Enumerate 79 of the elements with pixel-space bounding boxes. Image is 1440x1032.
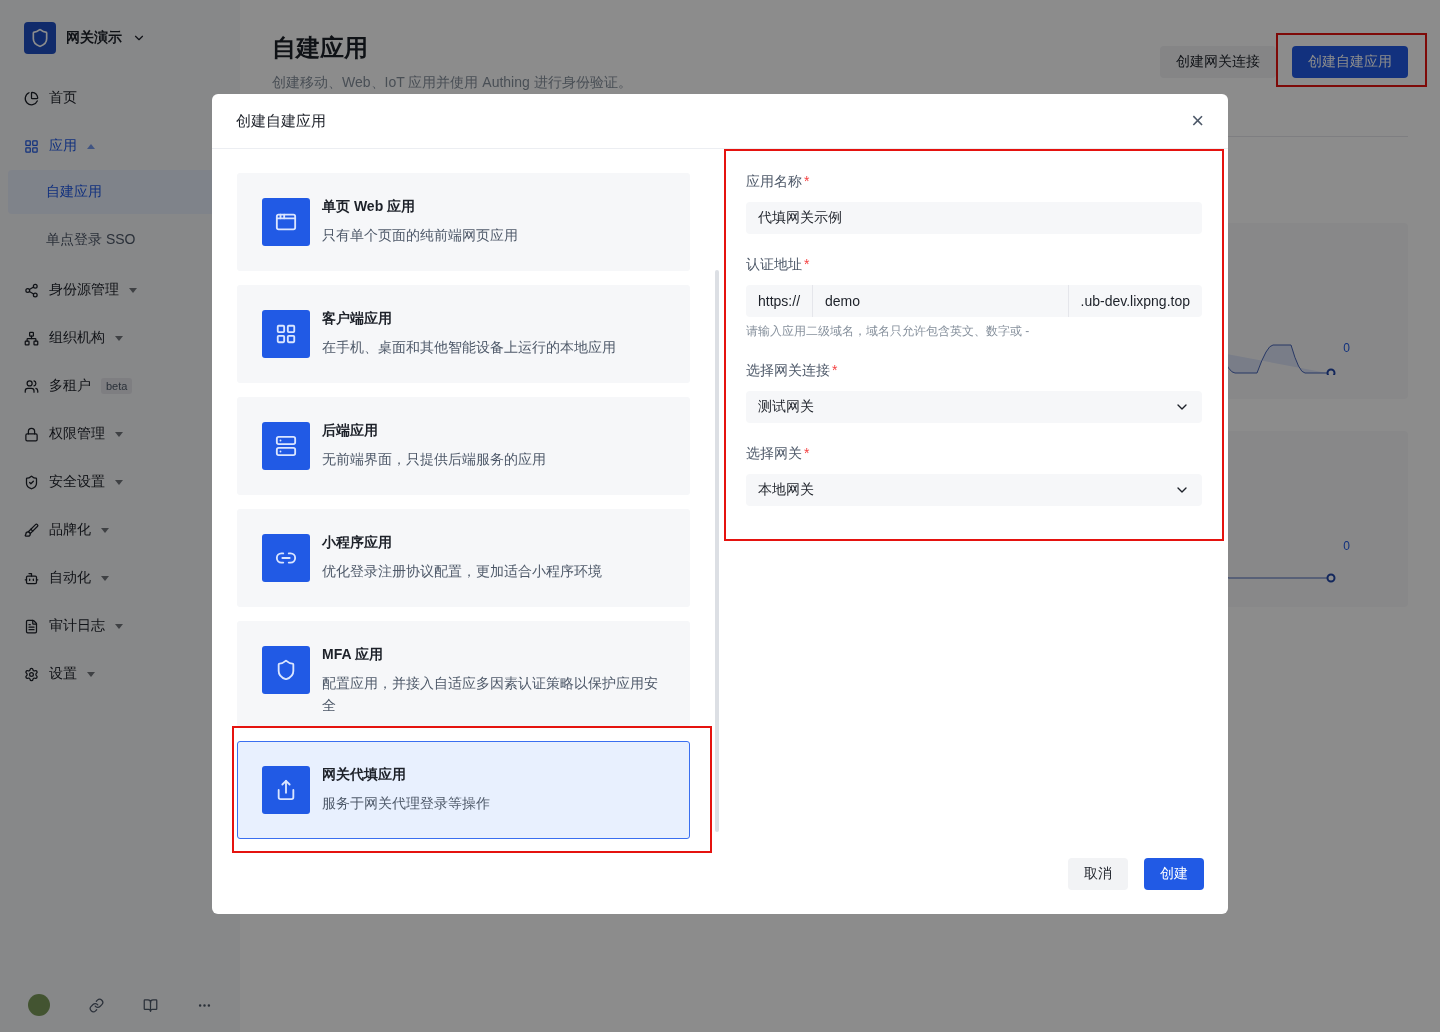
nav-icon [24, 570, 39, 586]
nav-item[interactable]: 设置 [8, 650, 232, 698]
app-type-title: 小程序应用 [322, 534, 393, 552]
app-type-title: 单页 Web 应用 [322, 198, 417, 216]
nav-item[interactable]: 品牌化 [8, 506, 232, 554]
field-label: 应用名称 [746, 173, 802, 191]
field-hint: 请输入应用二级域名，域名只允许包含英文、数字或 - [746, 323, 1031, 340]
chart-end-label: 0 [1343, 341, 1350, 355]
field-label: 选择网关连接 [746, 362, 830, 380]
dialog-button[interactable]: 创建 [1144, 858, 1204, 890]
avatar[interactable] [27, 994, 50, 1016]
app-type-icon [262, 198, 310, 246]
url-suffix: .ub-dev.lixpng.top [1067, 285, 1202, 317]
nav-icon [24, 138, 39, 154]
app-type-description: 配置应用，并接入自适应多因素认证策略以保护应用安全 [322, 674, 659, 715]
app-type-title: MFA 应用 [322, 646, 384, 664]
app-type-card[interactable]: 后端应用 无前端界面，只提供后端服务的应用 [237, 397, 690, 495]
dialog-title: 创建自建应用 [236, 111, 326, 131]
app-type-card[interactable]: 网关代填应用 服务于网关代理登录等操作 [237, 741, 690, 839]
nav-item[interactable]: 权限管理 [8, 410, 232, 458]
header-button[interactable]: 创建自建应用 [1292, 46, 1408, 78]
nav-item[interactable]: 审计日志 [8, 602, 232, 650]
app-type-description: 优化登录注册协议配置，更加适合小程序环境 [322, 562, 602, 581]
url-field[interactable]: https:// demo .ub-dev.lixpng.top [746, 285, 1202, 317]
app-type-card[interactable]: 小程序应用 优化登录注册协议配置，更加适合小程序环境 [237, 509, 690, 607]
nav-icon [24, 426, 39, 442]
nav-icon [24, 522, 39, 538]
nav-item[interactable]: 自动化 [8, 554, 232, 602]
app-type-icon [262, 422, 310, 470]
nav-item[interactable]: 多租户 beta [8, 362, 232, 410]
select-field[interactable]: 本地网关 [746, 474, 1202, 506]
app-type-title: 后端应用 [322, 422, 379, 440]
page-title: 自建应用 [272, 33, 369, 63]
app-type-title: 客户端应用 [322, 310, 393, 328]
nav-icon [24, 618, 39, 634]
app-type-title: 网关代填应用 [322, 766, 407, 784]
nav-item[interactable]: 安全设置 [8, 458, 232, 506]
dialog-button[interactable]: 取消 [1068, 858, 1128, 890]
required-mark: * [804, 173, 810, 191]
beta-badge: beta [101, 378, 133, 394]
org-logo-icon [24, 22, 56, 54]
app-type-description: 服务于网关代理登录等操作 [322, 794, 490, 813]
nav-item[interactable]: 组织机构 [8, 314, 232, 362]
select-field[interactable]: 测试网关 [746, 391, 1202, 423]
nav-icon [24, 378, 39, 394]
page-subtitle: 创建移动、Web、IoT 应用并使用 Authing 进行身份验证。 [272, 74, 632, 92]
url-prefix: https:// [746, 285, 814, 317]
nav-icon [24, 666, 39, 682]
nav-item[interactable]: 首页 [8, 74, 232, 122]
app-type-icon [262, 534, 310, 582]
nav-item[interactable]: 应用 [8, 122, 232, 170]
app-type-icon [262, 766, 310, 814]
app-type-description: 无前端界面，只提供后端服务的应用 [322, 450, 546, 469]
close-button[interactable]: × [1191, 110, 1204, 132]
subdomain-input[interactable]: demo [813, 285, 1068, 317]
field-label: 选择网关 [746, 445, 802, 463]
required-mark: * [804, 445, 810, 463]
app-type-icon [262, 646, 310, 694]
nav-icon [24, 90, 39, 106]
nav-icon [24, 330, 39, 346]
field-label: 认证地址 [746, 256, 802, 274]
org-name[interactable]: 网关演示 [66, 29, 122, 47]
app-type-card[interactable]: 单页 Web 应用 只有单个页面的纯前端网页应用 [237, 173, 690, 271]
app-type-description: 只有单个页面的纯前端网页应用 [322, 226, 518, 245]
nav-item[interactable]: 身份源管理 [8, 266, 232, 314]
app-type-description: 在手机、桌面和其他智能设备上运行的本地应用 [322, 338, 616, 357]
required-mark: * [832, 362, 838, 380]
link-icon[interactable] [88, 997, 104, 1013]
app-type-icon [262, 310, 310, 358]
nav-icon [24, 282, 39, 298]
required-mark: * [804, 256, 810, 274]
book-icon[interactable] [143, 997, 159, 1013]
nav-icon [24, 474, 39, 490]
chart-end-label: 0 [1343, 539, 1350, 553]
input-field[interactable]: 代填网关示例 [746, 202, 1202, 234]
app-type-card[interactable]: 客户端应用 在手机、桌面和其他智能设备上运行的本地应用 [237, 285, 690, 383]
app-type-card[interactable]: MFA 应用 配置应用，并接入自适应多因素认证策略以保护应用安全 [237, 621, 690, 727]
scrollbar[interactable] [715, 270, 719, 832]
header-button[interactable]: 创建网关连接 [1160, 46, 1276, 78]
